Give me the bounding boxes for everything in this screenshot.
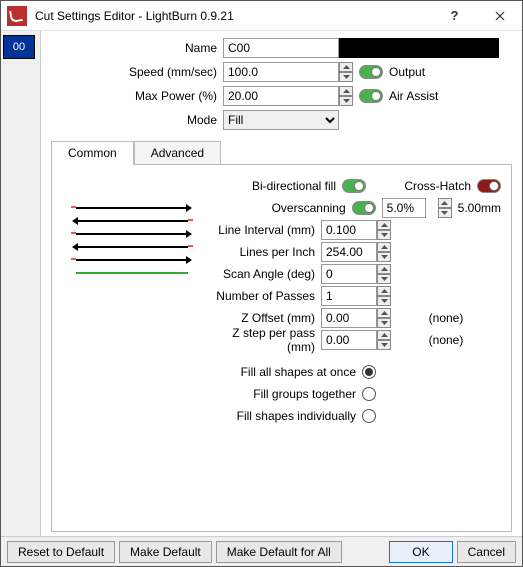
tab-strip: Common Advanced: [51, 141, 512, 165]
close-button[interactable]: [477, 1, 522, 31]
scan-preview: [72, 203, 192, 283]
power-spinner[interactable]: [339, 86, 353, 106]
fill-groups-label: Fill groups together: [62, 387, 362, 401]
reset-default-button[interactable]: Reset to Default: [7, 541, 115, 563]
zstep-input[interactable]: [321, 330, 377, 350]
crosshatch-toggle[interactable]: [477, 179, 501, 193]
speed-input[interactable]: [223, 62, 339, 82]
window-title: Cut Settings Editor - LightBurn 0.9.21: [33, 9, 432, 23]
fill-groups-radio[interactable]: [362, 387, 376, 401]
footer: Reset to Default Make Default Make Defau…: [1, 536, 522, 566]
cancel-button[interactable]: Cancel: [457, 541, 516, 563]
mode-select[interactable]: Fill: [223, 110, 339, 130]
interval-spinner[interactable]: [377, 220, 391, 240]
name-input[interactable]: [223, 38, 339, 58]
zoff-extra: (none): [391, 311, 501, 325]
lpi-spinner[interactable]: [377, 242, 391, 262]
tab-common[interactable]: Common: [51, 141, 134, 164]
name-label: Name: [51, 41, 223, 55]
output-toggle[interactable]: [359, 65, 383, 79]
fill-individual-radio[interactable]: [362, 409, 376, 423]
lpi-label: Lines per Inch: [202, 245, 321, 259]
zoff-spinner[interactable]: [377, 308, 391, 328]
interval-input[interactable]: [321, 220, 377, 240]
ok-button[interactable]: OK: [389, 541, 452, 563]
speed-label: Speed (mm/sec): [51, 65, 223, 79]
angle-spinner[interactable]: [377, 264, 391, 284]
zstep-extra: (none): [391, 333, 501, 347]
zoff-input[interactable]: [321, 308, 377, 328]
mode-label: Mode: [51, 113, 223, 127]
layer-swatch-00[interactable]: 00: [3, 35, 35, 59]
air-assist-label: Air Assist: [389, 89, 438, 103]
overscan-pct-spinner[interactable]: [438, 198, 452, 218]
layer-rail: 00: [1, 31, 41, 536]
fill-all-label: Fill all shapes at once: [62, 365, 362, 379]
app-icon: [7, 6, 27, 26]
output-label: Output: [389, 65, 425, 79]
power-label: Max Power (%): [51, 89, 223, 103]
tab-advanced[interactable]: Advanced: [134, 141, 221, 164]
zstep-spinner[interactable]: [377, 330, 391, 350]
make-default-all-button[interactable]: Make Default for All: [216, 541, 342, 563]
speed-spinner[interactable]: [339, 62, 353, 82]
fill-individual-label: Fill shapes individually: [62, 409, 362, 423]
help-button[interactable]: ?: [432, 1, 477, 31]
overscan-pct-input[interactable]: [382, 198, 426, 218]
zstep-label: Z step per pass (mm): [202, 326, 321, 354]
bidir-toggle[interactable]: [342, 179, 366, 193]
overscan-mm: 5.00mm: [452, 201, 501, 215]
lpi-input[interactable]: [321, 242, 377, 262]
tab-body-common: Bi-directional fill Cross-Hatch: [51, 165, 512, 532]
angle-label: Scan Angle (deg): [202, 267, 321, 281]
bidir-label: Bi-directional fill: [62, 179, 342, 193]
interval-label: Line Interval (mm): [202, 223, 321, 237]
angle-input[interactable]: [321, 264, 377, 284]
power-input[interactable]: [223, 86, 339, 106]
zoff-label: Z Offset (mm): [202, 311, 321, 325]
crosshatch-label: Cross-Hatch: [366, 179, 477, 193]
passes-spinner[interactable]: [377, 286, 391, 306]
passes-input[interactable]: [321, 286, 377, 306]
overscan-toggle[interactable]: [352, 201, 376, 215]
air-assist-toggle[interactable]: [359, 89, 383, 103]
fill-all-radio[interactable]: [362, 365, 376, 379]
layer-color-preview: [339, 38, 499, 58]
titlebar: Cut Settings Editor - LightBurn 0.9.21 ?: [1, 1, 522, 31]
overscan-label: Overscanning: [202, 201, 352, 215]
make-default-button[interactable]: Make Default: [119, 541, 212, 563]
passes-label: Number of Passes: [202, 289, 321, 303]
